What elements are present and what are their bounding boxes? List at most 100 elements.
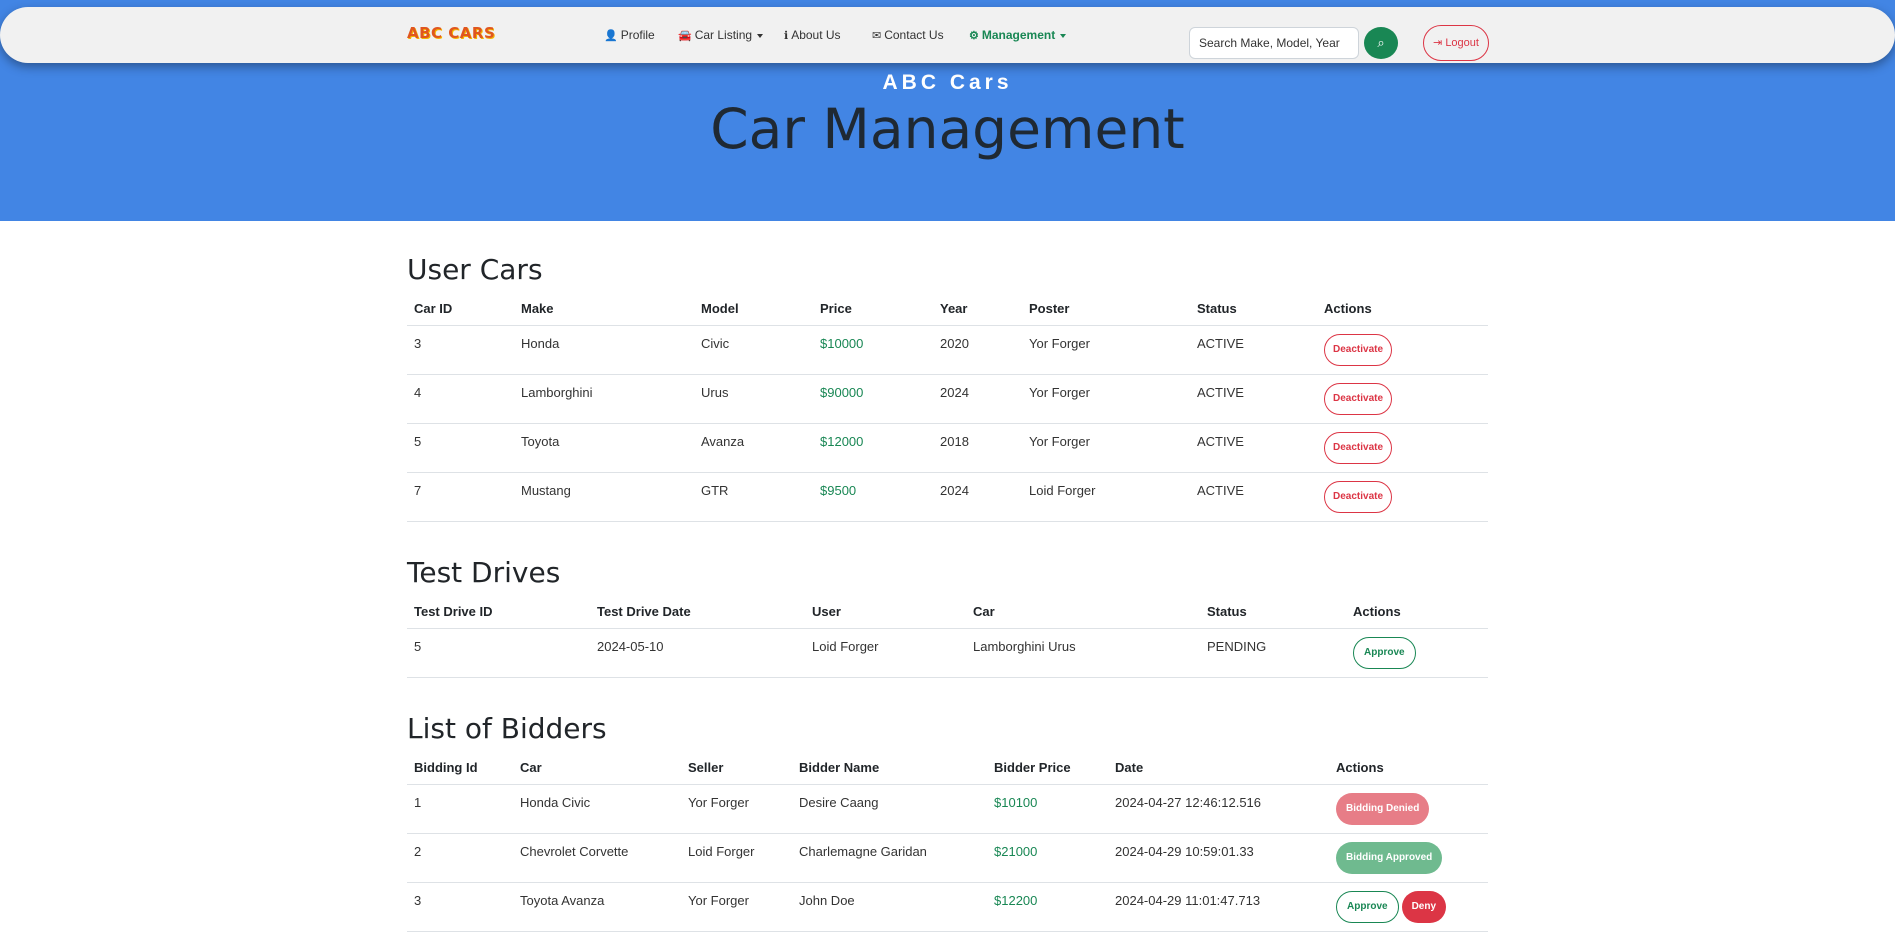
car-poster: Yor Forger [1022, 423, 1190, 473]
bidding-approved-badge: Bidding Approved [1336, 841, 1443, 874]
brand-logo[interactable]: ABC CARS [407, 24, 495, 42]
user-cars-heading: User Cars [407, 253, 543, 286]
bid-seller: Yor Forger [681, 882, 792, 932]
table-row: 3 Honda Civic $10000 2020 Yor Forger ACT… [407, 325, 1488, 375]
column-header: Actions [1329, 751, 1488, 785]
car-model: Urus [694, 374, 813, 424]
column-header: Test Drive ID [407, 595, 590, 629]
column-header: Actions [1346, 595, 1488, 629]
bid-date: 2024-04-29 10:59:01.33 [1108, 833, 1329, 883]
approve-bid-button[interactable]: Approve [1336, 890, 1399, 923]
car-status: ACTIVE [1190, 325, 1317, 375]
column-header: Year [933, 292, 1022, 326]
car-model: GTR [694, 472, 813, 522]
table-row: 4 Lamborghini Urus $90000 2024 Yor Forge… [407, 374, 1488, 424]
bid-car: Chevrolet Corvette [513, 833, 681, 883]
site-subtitle: ABC Cars [882, 71, 1013, 94]
actions-cell: Deactivate [1317, 423, 1488, 473]
envelope-icon: ✉ [872, 30, 882, 42]
car-year: 2024 [933, 374, 1022, 424]
test-drive-status: PENDING [1200, 628, 1346, 678]
nav-about-us[interactable]: ℹ About Us [784, 28, 841, 42]
gears-icon: ⚙ [969, 30, 979, 42]
actions-cell: Bidding Approved [1329, 833, 1488, 883]
nav-management-label: Management [981, 28, 1056, 42]
bidder-name: John Doe [792, 882, 987, 932]
table-header-row: Car ID Make Model Price Year Poster Stat… [407, 292, 1488, 326]
page-title: Car Management [710, 97, 1185, 161]
column-header: Model [694, 292, 813, 326]
actions-cell: Approve [1346, 628, 1488, 678]
car-price: $9500 [813, 472, 933, 522]
bidder-name: Desire Caang [792, 784, 987, 834]
caret-down-icon [1060, 33, 1067, 38]
bidder-name: Charlemagne Garidan [792, 833, 987, 883]
column-header: Seller [681, 751, 792, 785]
deactivate-button[interactable]: Deactivate [1324, 480, 1393, 513]
bidders-heading: List of Bidders [407, 712, 607, 745]
bid-car: Honda Civic [513, 784, 681, 834]
table-row: 2 Chevrolet Corvette Loid Forger Charlem… [407, 833, 1488, 883]
deactivate-button[interactable]: Deactivate [1324, 431, 1393, 464]
approve-test-drive-button[interactable]: Approve [1353, 636, 1416, 669]
column-header: Date [1108, 751, 1329, 785]
nav-car-listing-dropdown[interactable]: 🚘 Car Listing [678, 28, 764, 42]
column-header: Actions [1317, 292, 1488, 326]
bidding-id: 2 [407, 833, 513, 883]
column-header: Poster [1022, 292, 1190, 326]
search-input[interactable] [1189, 27, 1359, 59]
table-row: 7 Mustang GTR $9500 2024 Loid Forger ACT… [407, 472, 1488, 522]
column-header: Test Drive Date [590, 595, 805, 629]
car-make: Toyota [514, 423, 694, 473]
car-status: ACTIVE [1190, 423, 1317, 473]
deny-bid-button[interactable]: Deny [1401, 890, 1447, 923]
car-id: 7 [407, 472, 514, 522]
bid-date: 2024-04-27 12:46:12.516 [1108, 784, 1329, 834]
nav-profile-label: Profile [620, 28, 655, 42]
car-id: 4 [407, 374, 514, 424]
bidder-price: $10100 [987, 784, 1108, 834]
column-header: Make [514, 292, 694, 326]
car-id: 3 [407, 325, 514, 375]
logout-button[interactable]: ⇥ Logout [1423, 25, 1489, 61]
column-header: Bidder Price [987, 751, 1108, 785]
car-id: 5 [407, 423, 514, 473]
bidder-price: $21000 [987, 833, 1108, 883]
car-year: 2024 [933, 472, 1022, 522]
table-row: 1 Honda Civic Yor Forger Desire Caang $1… [407, 784, 1488, 834]
nav-profile[interactable]: 👤 Profile [604, 28, 655, 42]
test-drive-car: Lamborghini Urus [966, 628, 1200, 678]
column-header: Car [966, 595, 1200, 629]
logout-label: Logout [1445, 37, 1479, 49]
car-year: 2018 [933, 423, 1022, 473]
deactivate-button[interactable]: Deactivate [1324, 382, 1393, 415]
table-row: 3 Toyota Avanza Yor Forger John Doe $122… [407, 882, 1488, 932]
nav-management-dropdown[interactable]: ⚙ Management [969, 28, 1067, 42]
car-model: Civic [694, 325, 813, 375]
bidding-denied-badge: Bidding Denied [1336, 792, 1430, 825]
caret-down-icon [757, 33, 764, 38]
table-row: 5 Toyota Avanza $12000 2018 Yor Forger A… [407, 423, 1488, 473]
column-header: Bidder Name [792, 751, 987, 785]
column-header: Car [513, 751, 681, 785]
car-poster: Yor Forger [1022, 325, 1190, 375]
table-header-row: Bidding Id Car Seller Bidder Name Bidder… [407, 751, 1488, 785]
table-row: 5 2024-05-10 Loid Forger Lamborghini Uru… [407, 628, 1488, 678]
deactivate-button[interactable]: Deactivate [1324, 333, 1393, 366]
car-poster: Yor Forger [1022, 374, 1190, 424]
actions-cell: Deactivate [1317, 472, 1488, 522]
search-button[interactable]: ⌕ [1364, 27, 1398, 59]
bid-seller: Yor Forger [681, 784, 792, 834]
nav-contact-us[interactable]: ✉ Contact Us [872, 28, 944, 42]
car-price: $90000 [813, 374, 933, 424]
car-status: ACTIVE [1190, 374, 1317, 424]
column-header: Status [1190, 292, 1317, 326]
car-model: Avanza [694, 423, 813, 473]
user-cars-table: Car ID Make Model Price Year Poster Stat… [407, 292, 1488, 522]
bidder-price: $12200 [987, 882, 1108, 932]
sign-out-icon: ⇥ [1433, 37, 1443, 49]
actions-cell: Approve Deny [1329, 882, 1488, 932]
nav-about-us-label: About Us [791, 28, 841, 42]
user-icon: 👤 [604, 30, 618, 42]
column-header: Price [813, 292, 933, 326]
